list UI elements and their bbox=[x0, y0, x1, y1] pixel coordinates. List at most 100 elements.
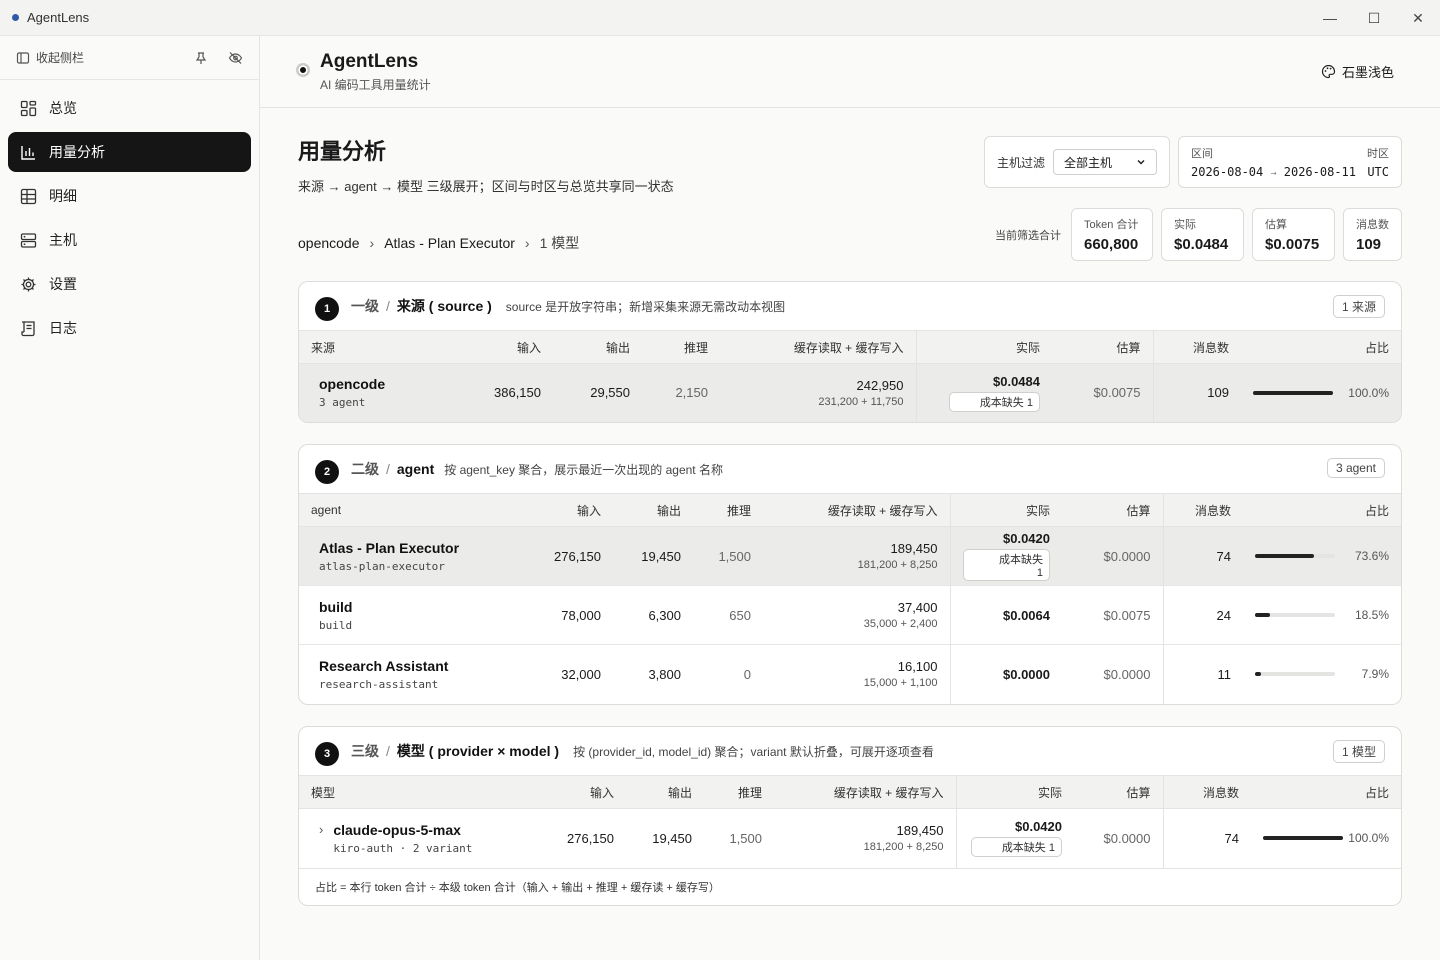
col-input[interactable]: 输入 bbox=[537, 775, 626, 809]
chevron-down-icon bbox=[1137, 159, 1145, 165]
chevron-right-icon: › bbox=[524, 235, 530, 251]
col-messages[interactable]: 消息数 bbox=[1152, 330, 1241, 364]
nav-label: 明细 bbox=[49, 188, 77, 204]
cost-missing-badge: 成本缺失 1 bbox=[962, 549, 1050, 581]
total-key: 实际 bbox=[1174, 219, 1196, 231]
col-name[interactable]: 模型 bbox=[299, 775, 537, 809]
share-bar bbox=[1255, 554, 1335, 558]
table-row[interactable]: Atlas - Plan Executor atlas-plan-executor… bbox=[299, 526, 1401, 586]
maximize-button[interactable]: ☐ bbox=[1352, 0, 1396, 36]
minimize-button[interactable]: — bbox=[1308, 0, 1352, 36]
row-name: claude-opus-5-max bbox=[333, 821, 461, 838]
collapse-sidebar-button[interactable]: 收起侧栏 bbox=[16, 49, 84, 66]
row-actual: $0.0420 bbox=[1015, 819, 1062, 835]
total-key: 估算 bbox=[1265, 219, 1287, 231]
table-row[interactable]: Research Assistant research-assistant 32,… bbox=[299, 644, 1401, 704]
pin-icon[interactable] bbox=[194, 51, 208, 65]
share-percent: 18.5% bbox=[1354, 608, 1389, 622]
level2-panel: 2 二级 / agent 按 agent_key 聚合，展示最近一次出现的 ag… bbox=[298, 444, 1402, 705]
col-estimate[interactable]: 估算 bbox=[1062, 493, 1163, 527]
nav-item-settings[interactable]: 设置 bbox=[8, 264, 251, 304]
eye-off-icon[interactable] bbox=[228, 51, 243, 65]
app-dot-icon bbox=[12, 14, 19, 21]
total-key: Token 合计 bbox=[1084, 219, 1139, 231]
col-input[interactable]: 输入 bbox=[529, 493, 613, 527]
table-row[interactable]: opencode 3 agent 386,150 29,550 2,150 242… bbox=[299, 363, 1401, 422]
nav-item-overview[interactable]: 总览 bbox=[8, 88, 251, 128]
main-area: AgentLens AI 编码工具用量统计 石墨浅色 用量分析 来源 → age… bbox=[260, 36, 1440, 960]
col-reason[interactable]: 推理 bbox=[693, 493, 763, 527]
col-name[interactable]: 来源 bbox=[299, 330, 469, 364]
level-name: agent bbox=[396, 461, 435, 477]
dashboard-icon bbox=[20, 100, 37, 116]
total-value: $0.0484 bbox=[1174, 236, 1229, 253]
level-name: 来源 ( source ) bbox=[396, 298, 492, 314]
level-desc: 按 (provider_id, model_id) 聚合；variant 默认折… bbox=[573, 744, 934, 759]
row-input: 276,150 bbox=[567, 830, 614, 846]
col-input[interactable]: 输入 bbox=[469, 330, 553, 364]
date-range-picker[interactable]: 区间 时区 2026-08-04 → 2026-08-11 UTC bbox=[1178, 136, 1402, 188]
row-cache: 16,100 bbox=[897, 659, 938, 675]
col-output[interactable]: 输出 bbox=[626, 775, 704, 809]
col-cache[interactable]: 缓存读取 + 缓存写入 bbox=[720, 330, 916, 364]
row-name: build bbox=[319, 598, 353, 615]
cost-missing-badge: 成本缺失 1 bbox=[970, 837, 1062, 858]
col-name[interactable]: agent bbox=[299, 493, 529, 527]
col-messages[interactable]: 消息数 bbox=[1162, 493, 1243, 527]
level-number-badge: 2 bbox=[315, 460, 339, 484]
filter-bar: 主机过滤 全部主机 区间 时区 2026-08-04 → 2026-08-11 … bbox=[983, 136, 1402, 188]
row-key: 3 agent bbox=[319, 396, 366, 410]
col-actual[interactable]: 实际 bbox=[915, 330, 1052, 364]
nav-item-usage-analysis[interactable]: 用量分析 bbox=[8, 132, 251, 172]
row-cache-detail: 181,200 + 8,250 bbox=[863, 841, 944, 854]
col-share[interactable]: 占比 bbox=[1251, 775, 1401, 809]
total-value: 109 bbox=[1356, 236, 1382, 253]
filter-totals: 当前筛选合计 Token 合计 660,800 实际 $0.0484 估算 $0.00… bbox=[995, 208, 1402, 261]
row-cache-detail: 35,000 + 2,400 bbox=[863, 618, 938, 630]
row-cache: 242,950 bbox=[856, 377, 904, 393]
col-output[interactable]: 输出 bbox=[613, 493, 693, 527]
col-reason[interactable]: 推理 bbox=[642, 330, 720, 364]
host-select[interactable]: 全部主机 bbox=[1053, 149, 1157, 175]
share-percent: 7.9% bbox=[1361, 667, 1389, 682]
nav-item-details[interactable]: 明细 bbox=[8, 176, 251, 216]
total-card-actual: 实际 $0.0484 bbox=[1161, 208, 1244, 261]
col-share[interactable]: 占比 bbox=[1241, 330, 1401, 364]
row-actual: $0.0064 bbox=[1003, 607, 1050, 623]
col-estimate[interactable]: 估算 bbox=[1052, 330, 1153, 364]
range-label: 区间 bbox=[1191, 148, 1213, 160]
table-row[interactable]: › claude-opus-5-max kiro-auth · 2 variant… bbox=[299, 808, 1401, 868]
col-actual[interactable]: 实际 bbox=[949, 493, 1062, 527]
source-table: 来源 输入 输出 推理 缓存读取 + 缓存写入 实际 估算 消息数 占比 ope… bbox=[299, 330, 1401, 422]
row-actual: $0.0484 bbox=[993, 373, 1040, 389]
timezone-value: UTC bbox=[1367, 165, 1389, 179]
row-messages: 74 bbox=[1162, 526, 1243, 586]
share-bar bbox=[1253, 390, 1333, 395]
col-output[interactable]: 输出 bbox=[553, 330, 642, 364]
theme-switch-button[interactable]: 石墨浅色 bbox=[1321, 62, 1394, 81]
col-share[interactable]: 占比 bbox=[1243, 493, 1401, 527]
breadcrumb-source[interactable]: opencode bbox=[298, 235, 360, 251]
expand-chevron-icon[interactable]: › bbox=[319, 822, 323, 837]
sidebar: 收起侧栏 总览 用量分析 明细 主机 设置 日志 bbox=[0, 36, 260, 960]
table-row[interactable]: build build 78,000 6,300 650 37,400 35,000… bbox=[299, 585, 1401, 645]
close-button[interactable]: ✕ bbox=[1396, 0, 1440, 36]
row-cache: 37,400 bbox=[897, 600, 938, 615]
col-reason[interactable]: 推理 bbox=[704, 775, 774, 809]
col-actual[interactable]: 实际 bbox=[955, 775, 1074, 809]
col-cache[interactable]: 缓存读取 + 缓存写入 bbox=[763, 493, 950, 527]
col-estimate[interactable]: 估算 bbox=[1074, 775, 1163, 809]
total-value: 660,800 bbox=[1084, 236, 1139, 253]
nav-item-hosts[interactable]: 主机 bbox=[8, 220, 251, 260]
share-percent: 100.0% bbox=[1348, 831, 1389, 846]
chevron-right-icon: › bbox=[369, 235, 375, 251]
breadcrumb-agent[interactable]: Atlas - Plan Executor bbox=[384, 235, 515, 251]
col-cache[interactable]: 缓存读取 + 缓存写入 bbox=[774, 775, 956, 809]
app-header: AgentLens AI 编码工具用量统计 石墨浅色 bbox=[260, 36, 1440, 108]
row-messages: 24 bbox=[1162, 585, 1243, 645]
nav-item-logs[interactable]: 日志 bbox=[8, 308, 251, 348]
total-card-estimate: 估算 $0.0075 bbox=[1252, 208, 1335, 261]
total-value: $0.0075 bbox=[1265, 236, 1320, 253]
col-messages[interactable]: 消息数 bbox=[1162, 775, 1251, 809]
row-key: build bbox=[319, 618, 353, 632]
